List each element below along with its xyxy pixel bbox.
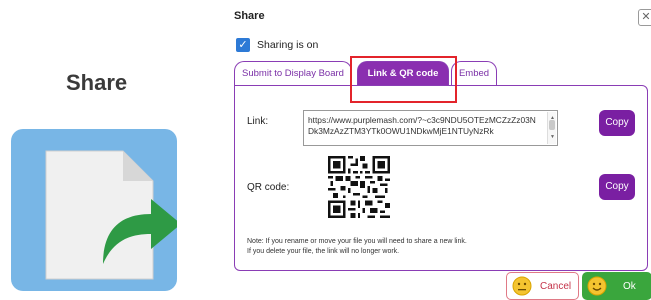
neutral-face-icon [512,276,532,296]
ok-label: Ok [623,280,636,292]
link-scrollbar[interactable]: ▲ ▼ [547,112,556,144]
tab-submit-to-display-board[interactable]: Submit to Display Board [234,61,352,85]
tab-embed[interactable]: Embed [451,61,497,85]
page-title: Share [66,70,128,95]
link-value: https://www.purplemash.com/?~c3c9NDU5OTE… [308,115,536,136]
link-qr-panel: Link: https://www.purplemash.com/?~c3c9N… [234,85,648,271]
copy-link-button[interactable]: Copy [599,110,635,136]
copy-qr-button[interactable]: Copy [599,174,635,200]
scroll-thumb[interactable] [549,120,555,130]
sharing-checkbox[interactable]: ✓ [236,38,250,52]
cancel-button[interactable]: Cancel [506,272,579,300]
share-file-icon[interactable] [11,129,177,291]
smile-face-icon [587,276,607,296]
close-icon[interactable]: ✕ [638,9,651,26]
qr-code-label: QR code: [247,182,290,193]
qr-code-image [328,156,390,218]
link-label: Link: [247,116,269,127]
cancel-label: Cancel [540,280,572,292]
note-line-1: Note: If you rename or move your file yo… [247,238,467,245]
link-textbox[interactable]: https://www.purplemash.com/?~c3c9NDU5OTE… [303,110,558,146]
sharing-label: Sharing is on [257,39,319,51]
ok-button[interactable]: Ok [582,272,651,300]
dialog-title: Share [234,10,265,22]
note-line-2: If you delete your file, the link will n… [247,248,400,255]
scroll-down-icon[interactable]: ▼ [548,132,557,143]
sharing-note: Note: If you rename or move your file yo… [247,237,467,257]
sharing-toggle[interactable]: ✓ Sharing is on [236,38,318,52]
highlight-annotation [350,56,457,103]
